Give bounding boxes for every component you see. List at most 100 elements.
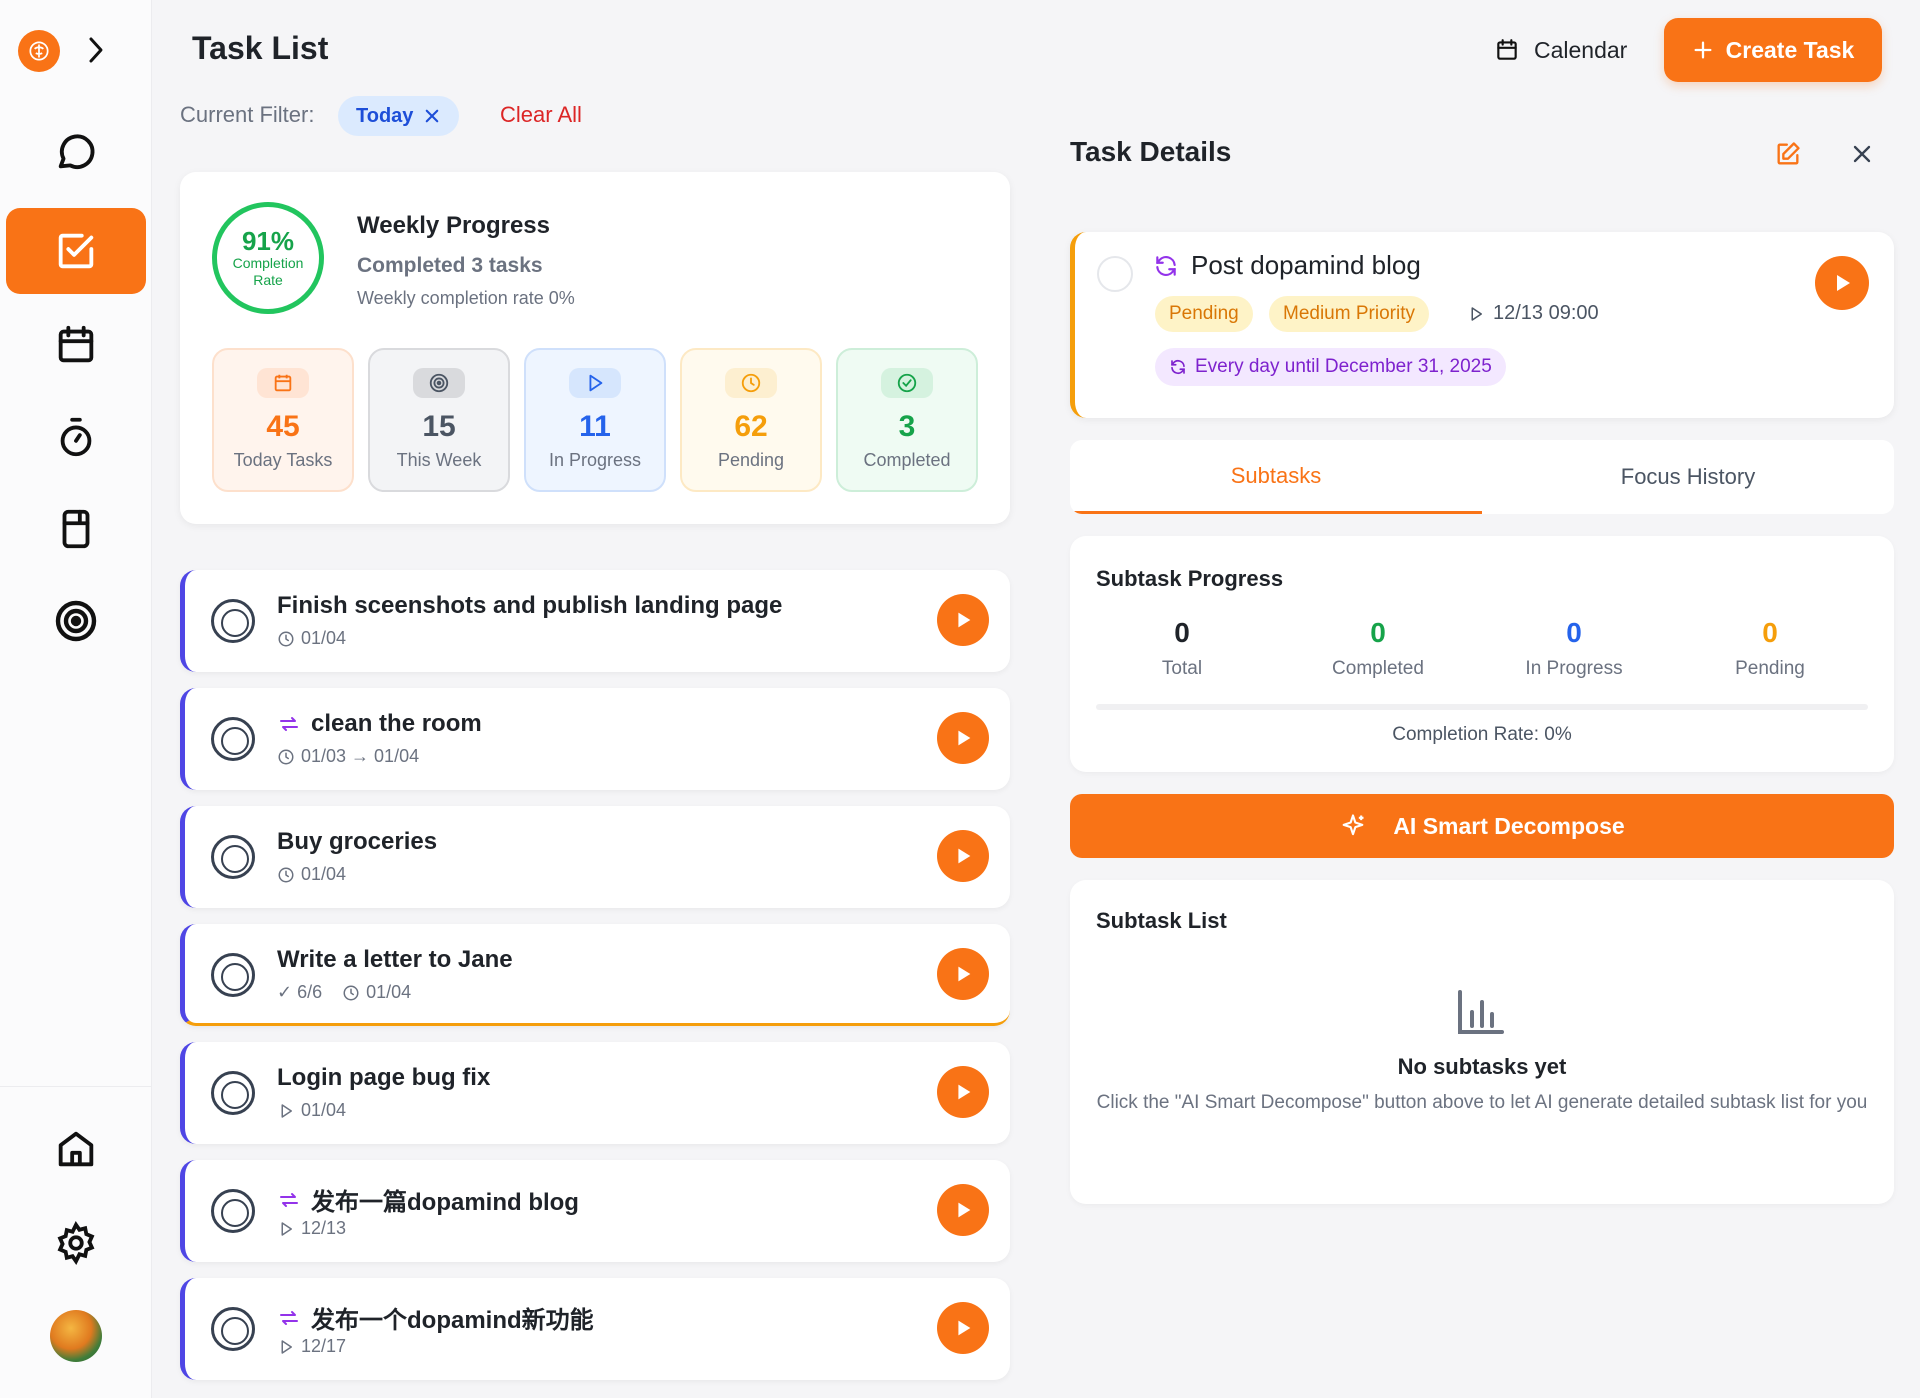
start-focus-button[interactable] <box>937 1066 989 1118</box>
task-checkbox[interactable] <box>211 1189 255 1233</box>
nav-goals[interactable] <box>6 578 146 664</box>
stat-in-progress[interactable]: 11 In Progress <box>524 348 666 492</box>
stat-label: Pending <box>1735 658 1805 679</box>
nav-settings[interactable] <box>6 1200 146 1286</box>
home-icon <box>58 1131 94 1167</box>
repeat-icon <box>280 717 298 731</box>
play-icon <box>958 1202 971 1218</box>
nav-notes[interactable] <box>6 486 146 572</box>
detail-time-text: 12/13 09:00 <box>1493 302 1599 324</box>
start-focus-button[interactable] <box>937 830 989 882</box>
task-item[interactable]: Finish sceenshots and publish landing pa… <box>180 570 1010 672</box>
detail-task-title-text: Post dopamind blog <box>1191 250 1421 280</box>
task-checkbox[interactable] <box>211 835 255 879</box>
close-icon[interactable] <box>423 107 441 125</box>
start-focus-button[interactable] <box>937 1302 989 1354</box>
user-avatar[interactable] <box>50 1310 102 1362</box>
stat-value: 45 <box>266 410 300 443</box>
task-item[interactable]: clean the room 01/03 → 01/04 <box>180 688 1010 790</box>
timer-icon <box>60 417 92 457</box>
subtask-progress-title: Subtask Progress <box>1096 566 1284 591</box>
task-title-text: Buy groceries <box>277 828 438 855</box>
task-checkbox[interactable] <box>1097 256 1133 292</box>
play-icon <box>958 612 971 628</box>
clear-all-button[interactable]: Clear All <box>500 102 582 128</box>
stat-label: Completed <box>863 450 951 470</box>
stat-pending[interactable]: 62 Pending <box>680 348 822 492</box>
nav-calendar[interactable] <box>6 302 146 388</box>
task-date: 01/04 <box>301 1100 347 1120</box>
tab-subtasks[interactable]: Subtasks <box>1070 440 1482 514</box>
task-meta: 01/04 <box>277 628 346 649</box>
task-title: Write a letter to Jane <box>277 946 513 974</box>
task-item[interactable]: 发布一个dopamind新功能 12/17 <box>180 1278 1010 1380</box>
task-meta: 01/04 <box>277 864 346 885</box>
task-checkbox[interactable] <box>211 717 255 761</box>
expand-sidebar-icon[interactable] <box>80 32 112 68</box>
start-focus-button[interactable] <box>937 948 989 1000</box>
subtask-stat-total: 0 Total <box>1084 616 1280 680</box>
stat-this-week[interactable]: 15 This Week <box>368 348 510 492</box>
recurrence-badge: Every day until December 31, 2025 <box>1155 348 1506 386</box>
task-meta: 01/03 → 01/04 <box>277 746 419 767</box>
filter-chip-label: Today <box>356 104 414 127</box>
stat-today-tasks[interactable]: 45 Today Tasks <box>212 348 354 492</box>
edit-icon[interactable] <box>1774 140 1802 168</box>
ai-smart-decompose-button[interactable]: AI Smart Decompose <box>1070 794 1894 858</box>
filter-chip-today[interactable]: Today <box>338 96 460 136</box>
start-focus-button[interactable] <box>937 712 989 764</box>
close-icon[interactable] <box>1848 140 1876 168</box>
completion-ring: 91% Completion Rate <box>212 202 324 314</box>
play-icon <box>958 730 971 746</box>
tab-focus-history[interactable]: Focus History <box>1482 440 1894 514</box>
nav-tasks[interactable] <box>6 208 146 294</box>
task-item[interactable]: 发布一篇dopamind blog 12/13 <box>180 1160 1010 1262</box>
app-logo[interactable] <box>18 30 60 72</box>
check-circle-icon <box>881 368 933 398</box>
stat-label: Completed <box>1332 658 1424 679</box>
play-icon <box>958 1320 971 1336</box>
stat-value: 0 <box>1762 617 1778 648</box>
nav-home[interactable] <box>6 1106 146 1192</box>
sparkle-icon <box>1342 814 1364 836</box>
subtask-count: ✓ 6/6 <box>277 982 323 1002</box>
task-checkbox[interactable] <box>211 1071 255 1115</box>
start-focus-button[interactable] <box>937 1184 989 1236</box>
completion-rate-text: Completion Rate: 0% <box>1392 724 1572 745</box>
task-checkbox[interactable] <box>211 953 255 997</box>
task-item[interactable]: Buy groceries 01/04 <box>180 806 1010 908</box>
create-task-button[interactable]: Create Task <box>1664 18 1882 82</box>
detail-start-time: 12/13 09:00 <box>1467 302 1599 325</box>
clock-icon <box>725 368 777 398</box>
clock-icon <box>343 985 359 1000</box>
stat-value: 3 <box>898 410 916 443</box>
task-title-text: Write a letter to Jane <box>277 946 513 973</box>
task-checkbox[interactable] <box>211 599 255 643</box>
task-checkbox[interactable] <box>211 1307 255 1351</box>
stat-label: In Progress <box>1525 658 1623 679</box>
play-outline-icon <box>281 1339 292 1354</box>
task-item[interactable]: Login page bug fix 01/04 <box>180 1042 1010 1144</box>
start-focus-button[interactable] <box>937 594 989 646</box>
status-badge: Pending <box>1155 296 1253 332</box>
start-focus-button[interactable] <box>1815 256 1869 310</box>
ai-button-label: AI Smart Decompose <box>1393 812 1625 839</box>
subtask-list-card: Subtask List No subtasks yet Click the "… <box>1070 880 1894 1204</box>
calendar-button[interactable]: Calendar <box>1476 26 1645 74</box>
sidebar <box>0 0 152 1398</box>
subtask-progress-card: Subtask Progress 0 Total 0 Completed 0 I… <box>1070 536 1894 772</box>
completion-label-2: Rate <box>253 272 283 288</box>
nav-timer[interactable] <box>6 394 146 480</box>
play-icon <box>958 966 971 982</box>
clock-icon <box>278 749 294 764</box>
target-icon <box>413 368 465 398</box>
stat-value: 0 <box>1566 617 1582 648</box>
priority-badge: Medium Priority <box>1269 296 1429 332</box>
subtask-stat-pending: 0 Pending <box>1672 616 1868 680</box>
stat-label: Today Tasks <box>233 450 333 470</box>
detail-tabs: Subtasks Focus History <box>1070 440 1894 514</box>
nav-chat[interactable] <box>6 108 146 194</box>
task-item-selected[interactable]: Write a letter to Jane ✓ 6/6 01/04 <box>180 924 1010 1026</box>
stat-completed[interactable]: 3 Completed <box>836 348 978 492</box>
bar-chart-icon <box>1458 990 1504 1034</box>
